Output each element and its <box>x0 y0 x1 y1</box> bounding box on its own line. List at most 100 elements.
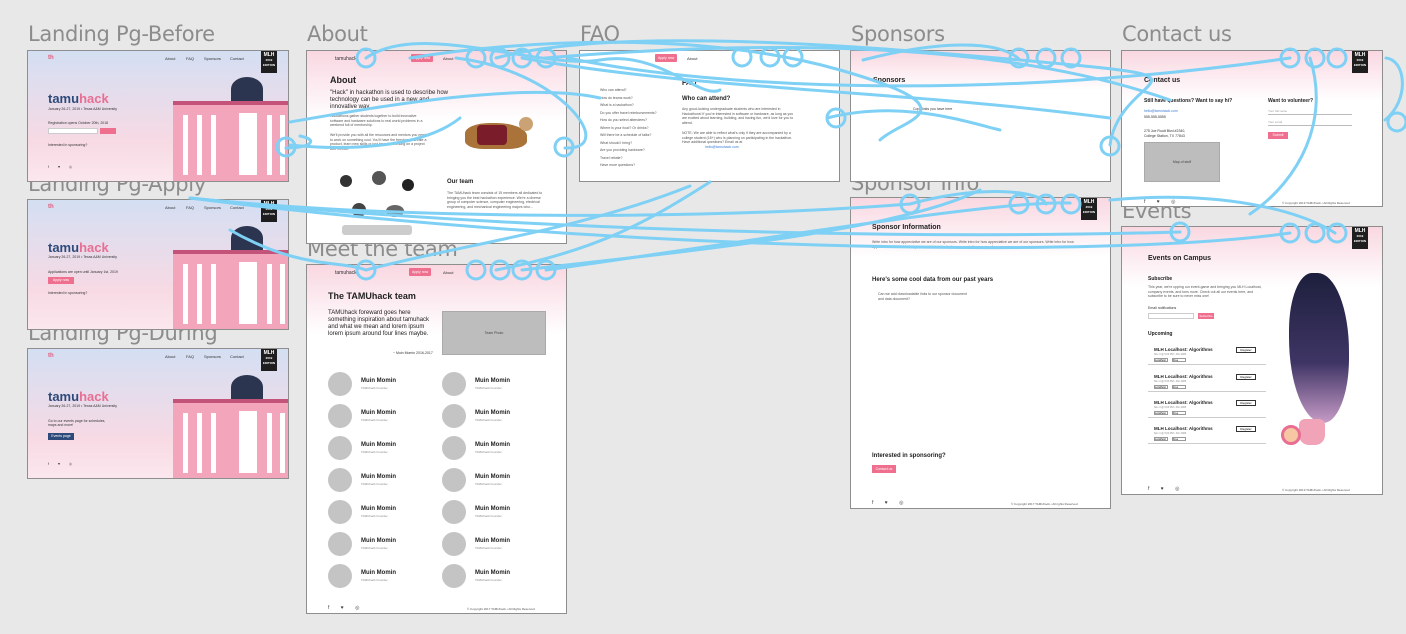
mlh-badge[interactable]: MLH 2019 EDITION <box>1352 51 1368 73</box>
faq-question-item[interactable]: Do you offer travel reimbursements? <box>600 111 657 115</box>
faq-email-link[interactable]: hello@tamuhack.com <box>705 145 739 150</box>
artboard-meet-team[interactable]: tamuhack Apply now About The TAMUhack te… <box>306 264 567 614</box>
email-input[interactable] <box>48 128 98 134</box>
hero-brand: tamuhack <box>48 91 109 106</box>
quote-attribution: ~ Muin Momin 2016-2017 <box>393 351 433 355</box>
board-label-contact[interactable]: Contact us <box>1122 22 1232 46</box>
name-input[interactable]: Your full name <box>1268 109 1352 115</box>
social-icons[interactable]: f ♥ ◎ <box>328 605 365 611</box>
th-logo[interactable]: th <box>48 204 54 210</box>
faq-question-item[interactable]: How do teams work? <box>600 96 633 100</box>
mlh-badge[interactable]: MLH 2019 EDITION <box>261 349 277 371</box>
upcoming-heading: Upcoming <box>1148 331 1173 337</box>
artboard-about[interactable]: tamuhack Apply now About About "Hack" in… <box>306 50 567 244</box>
event-meta: Nov 4 @ 6:00 PM • Rm 2005 <box>1154 432 1187 435</box>
apply-button[interactable]: Apply now <box>48 277 74 284</box>
nav-logo[interactable]: tamuhack <box>335 270 357 276</box>
sponsor-link[interactable]: Interested in sponsoring? <box>48 291 87 295</box>
faq-question-item[interactable]: Travel rebate? <box>600 156 622 160</box>
subscribe-body: This year, we're upping our event-game a… <box>1148 285 1262 298</box>
top-nav: tamuhack Apply now About <box>307 51 566 65</box>
artboard-landing-during[interactable]: th About FAQ Sponsors Contact MLH 2019 ED… <box>27 348 289 479</box>
night-sky-illustration <box>1277 273 1359 449</box>
copyright: © Copyright 2017 TAMUhack • All Rights R… <box>467 607 535 611</box>
faq-question-item[interactable]: Have more questions? <box>600 163 635 167</box>
register-button[interactable]: Register <box>1236 426 1256 432</box>
nav-faq[interactable]: FAQ <box>186 354 194 359</box>
nav-contact[interactable]: Contact <box>230 56 244 61</box>
social-icons[interactable]: f ♥ ◎ <box>872 500 909 506</box>
nav-about[interactable]: About <box>165 354 175 359</box>
board-label-about[interactable]: About <box>307 22 368 46</box>
nav-logo[interactable]: tamuhack <box>335 56 357 62</box>
board-label-landing-before[interactable]: Landing Pg-Before <box>28 22 215 46</box>
nav-sponsors[interactable]: Sponsors <box>204 56 221 61</box>
social-icons[interactable]: f ♥ ◎ <box>1144 199 1181 205</box>
nav-about[interactable]: About <box>165 56 175 61</box>
faq-question-item[interactable]: What is a hackathon? <box>600 103 634 107</box>
contact-us-button[interactable]: Contact us <box>872 465 896 473</box>
register-button[interactable]: Register <box>1236 400 1256 406</box>
register-button[interactable]: Register <box>1236 374 1256 380</box>
faq-question-item[interactable]: Will there be a schedule of talks? <box>600 133 651 137</box>
nav-about[interactable]: About <box>443 270 453 275</box>
nav-contact[interactable]: Contact <box>230 354 244 359</box>
faq-question-item[interactable]: Are you providing hardware? <box>600 148 645 152</box>
team-page-title: The TAMUhack team <box>328 291 416 301</box>
nav-about[interactable]: About <box>165 205 175 210</box>
apply-now-button[interactable]: Apply now <box>411 54 434 62</box>
link-hotspot[interactable] <box>1386 111 1406 133</box>
nav-faq[interactable]: FAQ <box>186 205 194 210</box>
apply-now-button[interactable]: Apply now <box>655 54 678 62</box>
nav-faq[interactable]: FAQ <box>186 56 194 61</box>
artboard-landing-apply[interactable]: th About FAQ Sponsors Contact MLH 2019 ED… <box>27 199 289 330</box>
social-icons[interactable]: f ♥ ◎ <box>48 462 76 466</box>
events-page-button[interactable]: Events page <box>48 433 74 440</box>
nav-about[interactable]: About <box>443 56 453 61</box>
copyright: © Copyright 2019 TAMUhack • All Rights R… <box>1282 201 1350 205</box>
apply-now-button[interactable]: Apply now <box>409 268 432 276</box>
mascot-illustration <box>455 113 535 163</box>
board-label-faq[interactable]: FAQ <box>580 22 620 46</box>
th-logo[interactable]: th <box>48 353 54 359</box>
nav-sponsors[interactable]: Sponsors <box>204 354 221 359</box>
sponsor-intro: Write intro for how appreciative we are … <box>872 240 1074 249</box>
mlh-badge[interactable]: MLH 2019 EDITION <box>261 51 277 73</box>
contact-email[interactable]: hello@tamuhack.com <box>1144 109 1178 113</box>
submit-button[interactable]: Submit <box>1268 132 1288 139</box>
nav-about[interactable]: About <box>687 56 697 61</box>
map-placeholder[interactable]: Map of stuff <box>1144 142 1220 182</box>
email-input[interactable]: Your email <box>1268 120 1352 126</box>
artboard-contact[interactable]: MLH 2019 EDITION Contact us Still have qu… <box>1121 50 1383 207</box>
faq-question-item[interactable]: How do you select attendees? <box>600 118 647 122</box>
register-button[interactable]: Register <box>1236 347 1256 353</box>
board-label-sponsors[interactable]: Sponsors <box>851 22 945 46</box>
faq-question-item[interactable]: Who can attend? <box>600 88 626 92</box>
faq-question-item[interactable]: Where is your food? Or drinks? <box>600 126 648 130</box>
social-icons[interactable]: f ♥ ◎ <box>48 165 76 169</box>
interest-heading: Interested in sponsoring? <box>872 453 946 459</box>
subscribe-email-input[interactable] <box>1148 313 1194 319</box>
artboard-events[interactable]: MLH 2019 EDITION Events on Campus Subscri… <box>1121 226 1383 495</box>
faq-note: NOTE: We are able to reflect what's only… <box>682 131 793 144</box>
th-logo[interactable]: th <box>48 55 54 61</box>
subscribe-button[interactable]: Subscribe <box>1198 313 1214 319</box>
top-nav: th About FAQ Sponsors Contact <box>28 349 288 363</box>
email-notifications-label: Email notifications <box>1148 306 1177 310</box>
artboard-sponsor-info[interactable]: Apply now MLH2019 EDITION Sponsor Inform… <box>850 197 1111 509</box>
event-title: MLH Localhost: Algorithms <box>1154 426 1213 431</box>
artboard-landing-before[interactable]: th About FAQ Sponsors Contact MLH 2019 ED… <box>27 50 289 182</box>
sponsor-link[interactable]: Interested in sponsoring? <box>48 143 87 147</box>
social-icons[interactable]: f ♥ ◎ <box>1148 486 1185 492</box>
nav-sponsors[interactable]: Sponsors <box>204 205 221 210</box>
faq-question-item[interactable]: What should I bring? <box>600 141 632 145</box>
mlh-badge[interactable]: MLH 2019 EDITION <box>1081 198 1097 220</box>
artboard-sponsors[interactable]: Apply now Sponsors Copy links you have h… <box>850 50 1111 182</box>
artboard-faq[interactable]: Apply now About FAQ Who can attend? Any … <box>579 50 840 182</box>
notify-button[interactable] <box>100 128 116 134</box>
registration-text: Registration opens October 20th, 2018 <box>48 121 109 125</box>
mlh-badge[interactable]: MLH 2019 EDITION <box>261 200 277 222</box>
nav-contact[interactable]: Contact <box>230 205 244 210</box>
event-tag: Free <box>1172 437 1186 441</box>
mlh-badge[interactable]: MLH 2019 EDITION <box>1352 227 1368 249</box>
